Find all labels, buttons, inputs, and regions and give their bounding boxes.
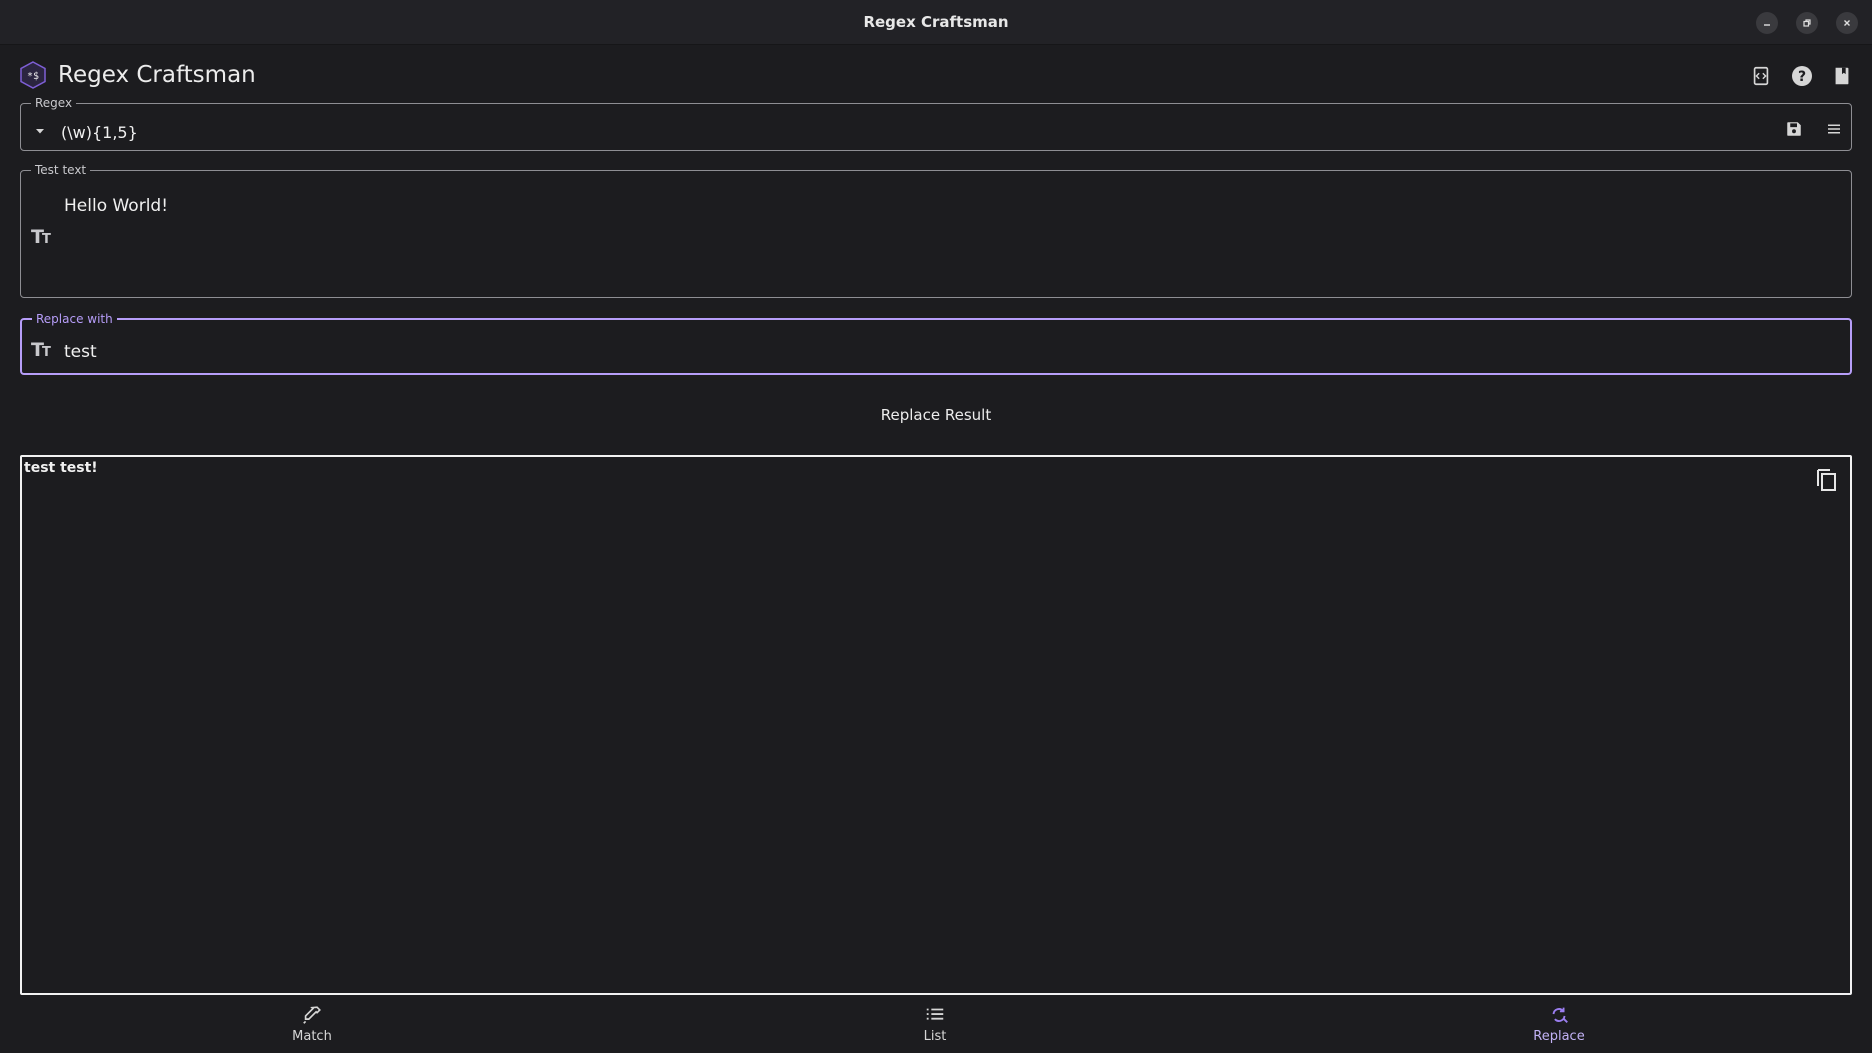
app-title: Regex Craftsman — [58, 62, 256, 88]
app-logo-icon: *$ — [20, 61, 46, 89]
bottom-navigation: Match List Replace — [0, 995, 1872, 1053]
saved-regexes-button[interactable] — [1829, 63, 1855, 89]
window-titlebar: Regex Craftsman — [0, 0, 1872, 45]
help-button[interactable]: ? — [1789, 63, 1815, 89]
replace-result-text: test test! — [24, 460, 98, 476]
replace-result-heading: Replace Result — [880, 406, 992, 424]
regex-options-button[interactable] — [1825, 120, 1845, 140]
code-button[interactable] — [1748, 63, 1774, 89]
text-format-icon: T T — [31, 226, 51, 246]
book-icon — [1835, 67, 1849, 85]
svg-text:*$: *$ — [27, 71, 39, 82]
svg-text:?: ? — [1798, 69, 1806, 85]
nav-label-replace: Replace — [1533, 1029, 1585, 1044]
svg-text:T: T — [42, 232, 51, 246]
copy-result-button[interactable] — [1814, 465, 1840, 493]
close-icon — [1844, 20, 1850, 26]
save-regex-button[interactable] — [1785, 120, 1805, 140]
svg-text:T: T — [42, 345, 51, 359]
chevron-down-icon[interactable] — [35, 126, 45, 136]
replace-with-label: Replace with — [36, 312, 113, 326]
maximize-button[interactable] — [1796, 12, 1818, 34]
code-braces-icon — [1753, 66, 1769, 86]
app-bar: *$ Regex Craftsman ? — [0, 45, 1872, 103]
list-icon — [926, 1008, 944, 1020]
close-button[interactable] — [1836, 12, 1858, 34]
restore-icon — [1803, 19, 1811, 27]
window-controls — [1756, 12, 1858, 34]
find-replace-icon — [1552, 1007, 1568, 1023]
help-icon: ? — [1792, 66, 1812, 86]
copy-icon — [1817, 469, 1836, 491]
regex-label: Regex — [35, 96, 73, 110]
replace-with-field[interactable]: Replace with T T test — [20, 313, 1852, 375]
test-text-input[interactable]: Hello World! — [64, 196, 168, 216]
replace-with-input[interactable]: test — [64, 342, 97, 362]
text-format-icon: T T — [31, 339, 51, 359]
save-icon — [1787, 122, 1801, 136]
nav-label-match: Match — [292, 1029, 332, 1044]
test-text-field[interactable]: Test text Hello World! T T — [20, 164, 1852, 298]
menu-icon — [1828, 124, 1840, 134]
minimize-button[interactable] — [1756, 12, 1778, 34]
minimize-icon — [1764, 24, 1770, 26]
eyedropper-icon — [303, 1006, 321, 1024]
nav-item-list[interactable]: List — [825, 995, 1045, 1053]
replace-result-box: test test! — [20, 455, 1852, 995]
regex-field[interactable]: Regex (\w){1,5} — [20, 97, 1852, 151]
regex-input[interactable]: (\w){1,5} — [61, 123, 138, 142]
nav-item-replace[interactable]: Replace — [1449, 995, 1669, 1053]
test-text-label: Test text — [35, 163, 87, 177]
nav-label-list: List — [923, 1029, 947, 1044]
window-title: Regex Craftsman — [863, 13, 1009, 31]
nav-item-match[interactable]: Match — [202, 995, 422, 1053]
